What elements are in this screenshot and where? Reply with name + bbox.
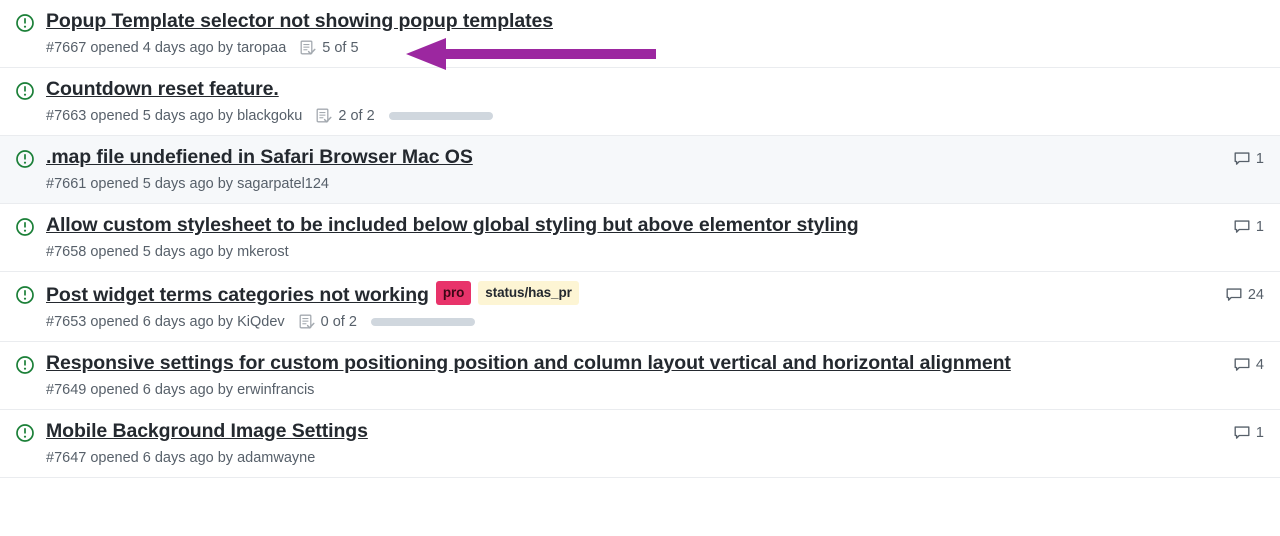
comment-count: 1 xyxy=(1255,424,1264,441)
task-progress-group: 2 of 2 xyxy=(316,106,493,126)
issue-title-link[interactable]: Popup Template selector not showing popu… xyxy=(46,10,553,32)
issue-row-main: Mobile Background Image Settings #7647 op… xyxy=(46,419,1198,468)
issue-title-line: Popup Template selector not showing popu… xyxy=(46,9,1198,35)
issue-title-line: Mobile Background Image Settings xyxy=(46,419,1198,445)
issue-title-link[interactable]: Post widget terms categories not working xyxy=(46,284,429,306)
issue-row[interactable]: .map file undefiened in Safari Browser M… xyxy=(0,136,1280,205)
issue-label-pro[interactable]: pro xyxy=(435,281,472,305)
issue-title-line: Allow custom stylesheet to be included b… xyxy=(46,213,1198,239)
issue-meta-text: #7649 opened 6 days ago by erwinfrancis xyxy=(46,381,315,398)
issue-title-link[interactable]: Allow custom stylesheet to be included b… xyxy=(46,214,859,236)
issue-title-link[interactable]: Mobile Background Image Settings xyxy=(46,420,368,442)
comment-count-group[interactable]: 1 xyxy=(1210,425,1264,441)
comment-count: 1 xyxy=(1255,218,1264,235)
comment-count-group[interactable]: 1 xyxy=(1210,219,1264,235)
task-count: 2 of 2 xyxy=(338,107,375,124)
issue-meta: #7667 opened 4 days ago by taropaa 5 of 5 xyxy=(46,38,1198,58)
issue-row[interactable]: Responsive settings for custom positioni… xyxy=(0,342,1280,411)
issue-row-main: Responsive settings for custom positioni… xyxy=(46,351,1198,400)
issue-meta-text: #7658 opened 5 days ago by mkerost xyxy=(46,243,289,260)
issue-meta: #7663 opened 5 days ago by blackgoku 2 of… xyxy=(46,106,1198,126)
issue-row-main: Popup Template selector not showing popu… xyxy=(46,9,1198,58)
comment-icon xyxy=(1234,219,1250,235)
issue-meta-text: #7661 opened 5 days ago by sagarpatel124 xyxy=(46,175,329,192)
comment-count-group[interactable]: 1 xyxy=(1210,151,1264,167)
comment-icon xyxy=(1234,151,1250,167)
task-progress-bar xyxy=(388,111,493,120)
issue-meta-text: #7653 opened 6 days ago by KiQdev xyxy=(46,313,285,330)
comment-icon xyxy=(1234,425,1250,441)
issue-opened-icon xyxy=(16,356,34,374)
issue-row[interactable]: Allow custom stylesheet to be included b… xyxy=(0,204,1280,273)
issue-opened-icon xyxy=(16,286,34,304)
issue-meta-text: #7647 opened 6 days ago by adamwayne xyxy=(46,449,316,466)
issue-row[interactable]: Countdown reset feature. #7663 opened 5 d… xyxy=(0,68,1280,137)
issue-row-main: Allow custom stylesheet to be included b… xyxy=(46,213,1198,262)
issue-title-line: .map file undefiened in Safari Browser M… xyxy=(46,145,1198,171)
issue-meta: #7653 opened 6 days ago by KiQdev 0 of 2 xyxy=(46,312,1198,332)
issue-row[interactable]: Mobile Background Image Settings #7647 op… xyxy=(0,410,1280,479)
issue-title-link[interactable]: Countdown reset feature. xyxy=(46,78,279,100)
issue-row[interactable]: Post widget terms categories not working… xyxy=(0,272,1280,343)
comment-count-group[interactable]: 24 xyxy=(1210,287,1264,303)
issue-meta-text: #7663 opened 5 days ago by blackgoku xyxy=(46,107,303,124)
issue-title-line: Countdown reset feature. xyxy=(46,77,1198,103)
task-progress-group: 5 of 5 xyxy=(300,38,359,58)
issue-opened-icon xyxy=(16,150,34,168)
comment-count-group[interactable]: 4 xyxy=(1210,357,1264,373)
issue-opened-icon xyxy=(16,424,34,442)
task-count: 0 of 2 xyxy=(320,313,357,330)
issue-label-status[interactable]: status/has_pr xyxy=(478,281,579,305)
issue-meta-text: #7667 opened 4 days ago by taropaa xyxy=(46,39,287,56)
issue-row-main: .map file undefiened in Safari Browser M… xyxy=(46,145,1198,194)
task-progress-bar xyxy=(370,317,475,326)
comment-icon xyxy=(1226,287,1242,303)
issue-meta: #7647 opened 6 days ago by adamwayne xyxy=(46,448,1198,468)
task-progress-group: 0 of 2 xyxy=(299,312,475,332)
tasklist-icon xyxy=(316,108,338,124)
issue-title-line: Responsive settings for custom positioni… xyxy=(46,351,1198,377)
issue-row-main: Countdown reset feature. #7663 opened 5 d… xyxy=(46,77,1198,126)
issue-title-link[interactable]: .map file undefiened in Safari Browser M… xyxy=(46,146,473,168)
comment-icon xyxy=(1234,357,1250,373)
issue-opened-icon xyxy=(16,82,34,100)
comment-count: 1 xyxy=(1255,150,1264,167)
issue-meta: #7661 opened 5 days ago by sagarpatel124 xyxy=(46,174,1198,194)
issue-opened-icon xyxy=(16,218,34,236)
issue-list: Popup Template selector not showing popu… xyxy=(0,0,1280,536)
issue-meta: #7649 opened 6 days ago by erwinfrancis xyxy=(46,380,1198,400)
tasklist-icon xyxy=(299,314,321,330)
task-count: 5 of 5 xyxy=(322,39,359,56)
issue-title-line: Post widget terms categories not working… xyxy=(46,281,1198,309)
tasklist-icon xyxy=(300,40,322,56)
issue-row-main: Post widget terms categories not working… xyxy=(46,281,1198,332)
issue-opened-icon xyxy=(16,14,34,32)
issue-row[interactable]: Popup Template selector not showing popu… xyxy=(0,0,1280,69)
comment-count: 4 xyxy=(1255,356,1264,373)
comment-count: 24 xyxy=(1247,286,1264,303)
issue-title-link[interactable]: Responsive settings for custom positioni… xyxy=(46,352,1011,374)
issue-meta: #7658 opened 5 days ago by mkerost xyxy=(46,242,1198,262)
